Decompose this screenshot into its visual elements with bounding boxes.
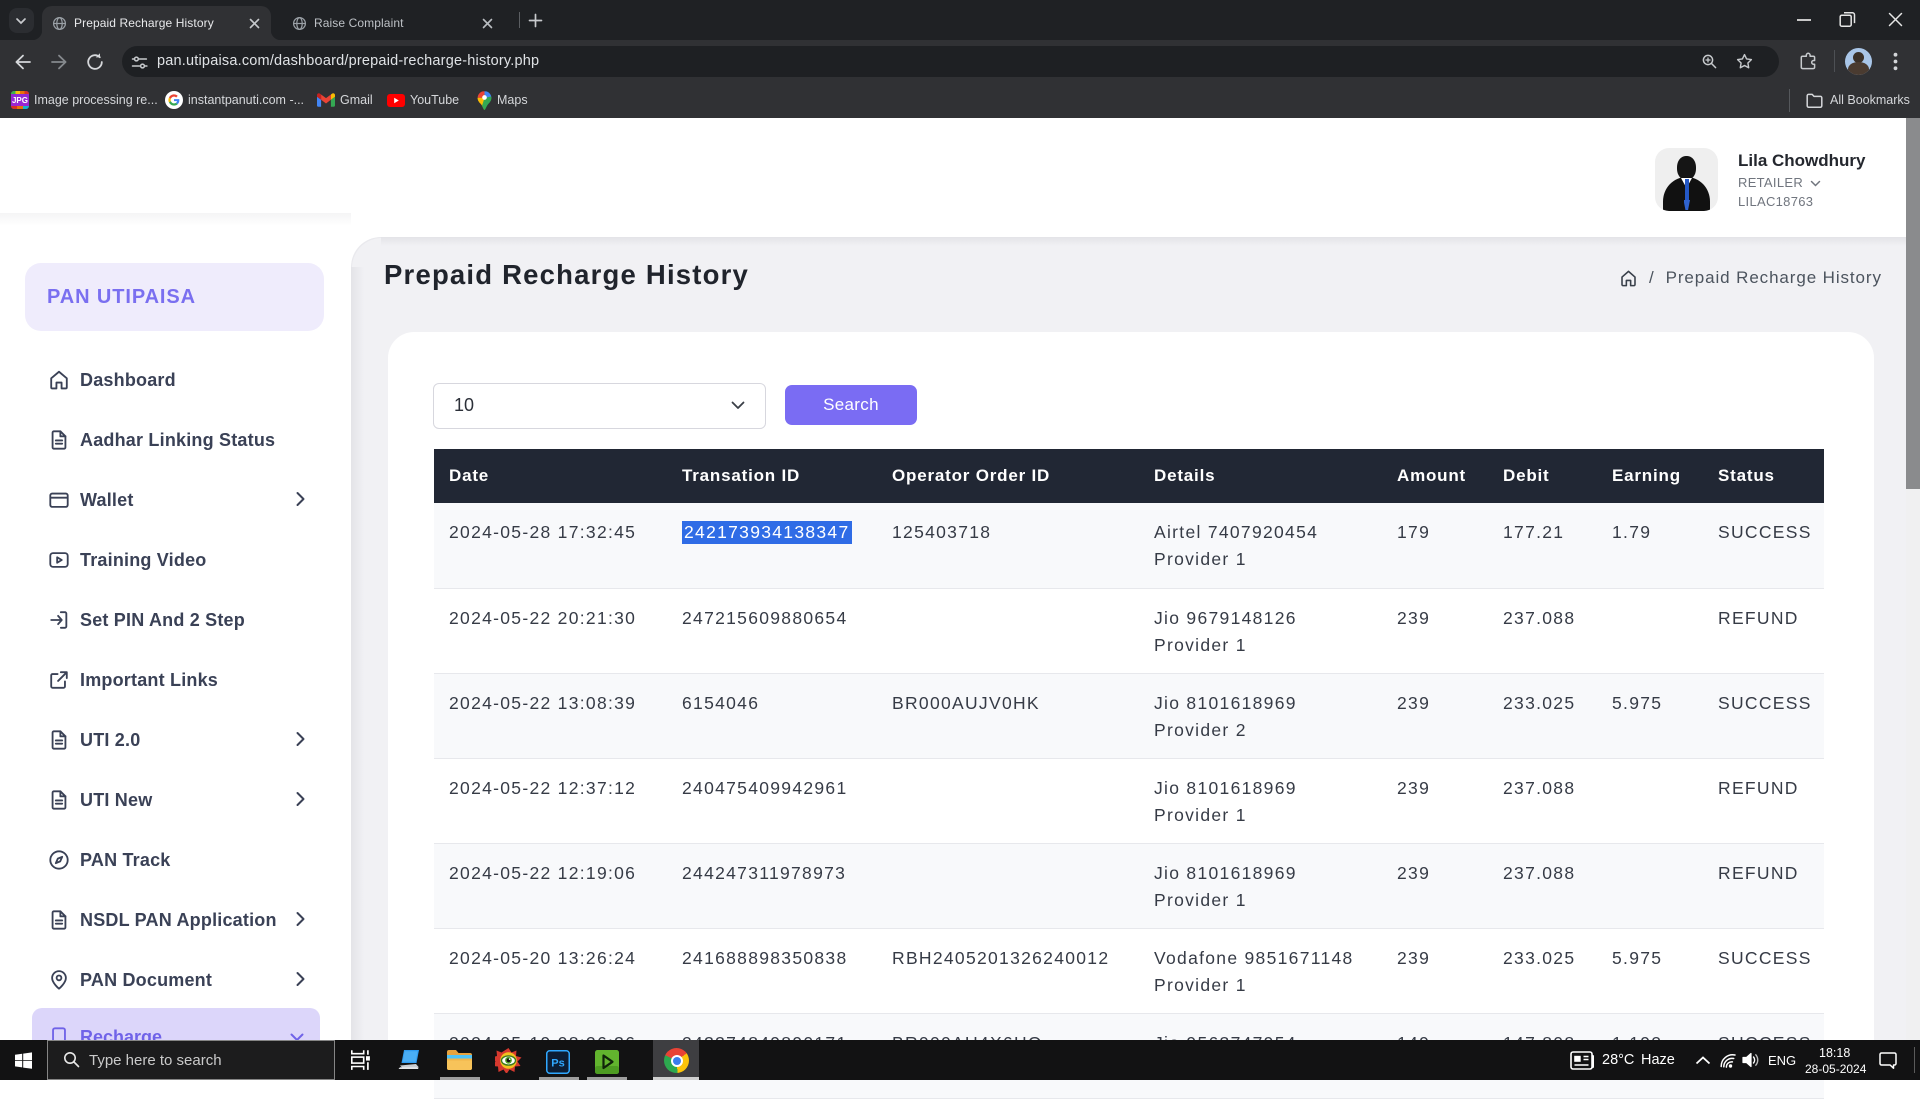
svg-text:Ps: Ps	[551, 1057, 564, 1069]
